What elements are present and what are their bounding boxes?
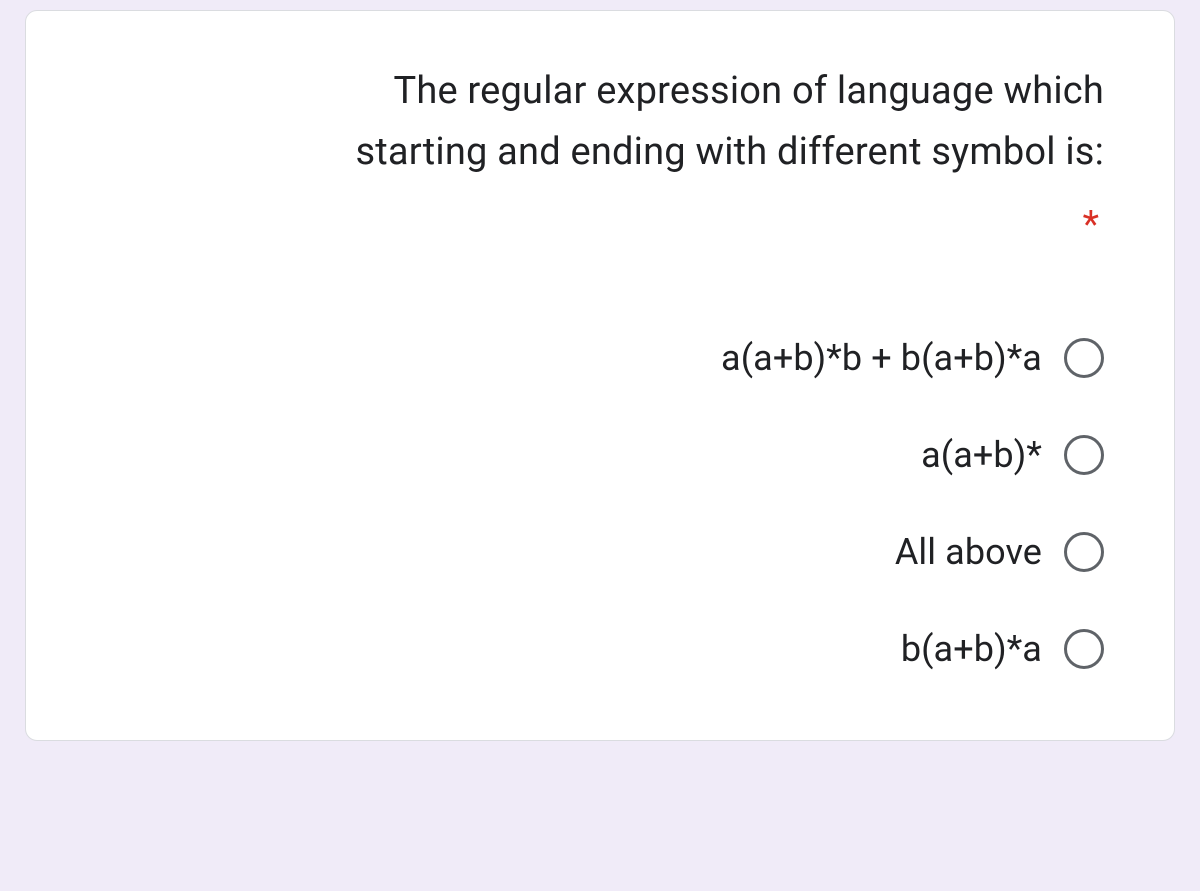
option-label: a(a+b)* bbox=[921, 434, 1042, 476]
option-label: All above bbox=[895, 531, 1042, 573]
option-row[interactable]: a(a+b)*b + b(a+b)*a bbox=[96, 337, 1104, 379]
radio-icon[interactable] bbox=[1064, 435, 1104, 475]
option-row[interactable]: a(a+b)* bbox=[96, 434, 1104, 476]
option-label: b(a+b)*a bbox=[901, 628, 1042, 670]
question-card: The regular expression of language which… bbox=[25, 10, 1175, 741]
required-asterisk: * bbox=[96, 203, 1099, 247]
radio-icon[interactable] bbox=[1064, 338, 1104, 378]
option-row[interactable]: All above bbox=[96, 531, 1104, 573]
option-label: a(a+b)*b + b(a+b)*a bbox=[721, 337, 1042, 379]
radio-icon[interactable] bbox=[1064, 629, 1104, 669]
question-line-1: The regular expression of language which bbox=[393, 69, 1104, 113]
option-row[interactable]: b(a+b)*a bbox=[96, 628, 1104, 670]
options-group: a(a+b)*b + b(a+b)*a a(a+b)* All above b(… bbox=[96, 337, 1104, 670]
question-line-2: starting and ending with different symbo… bbox=[355, 130, 1104, 174]
radio-icon[interactable] bbox=[1064, 532, 1104, 572]
question-text: The regular expression of language which… bbox=[96, 61, 1104, 183]
